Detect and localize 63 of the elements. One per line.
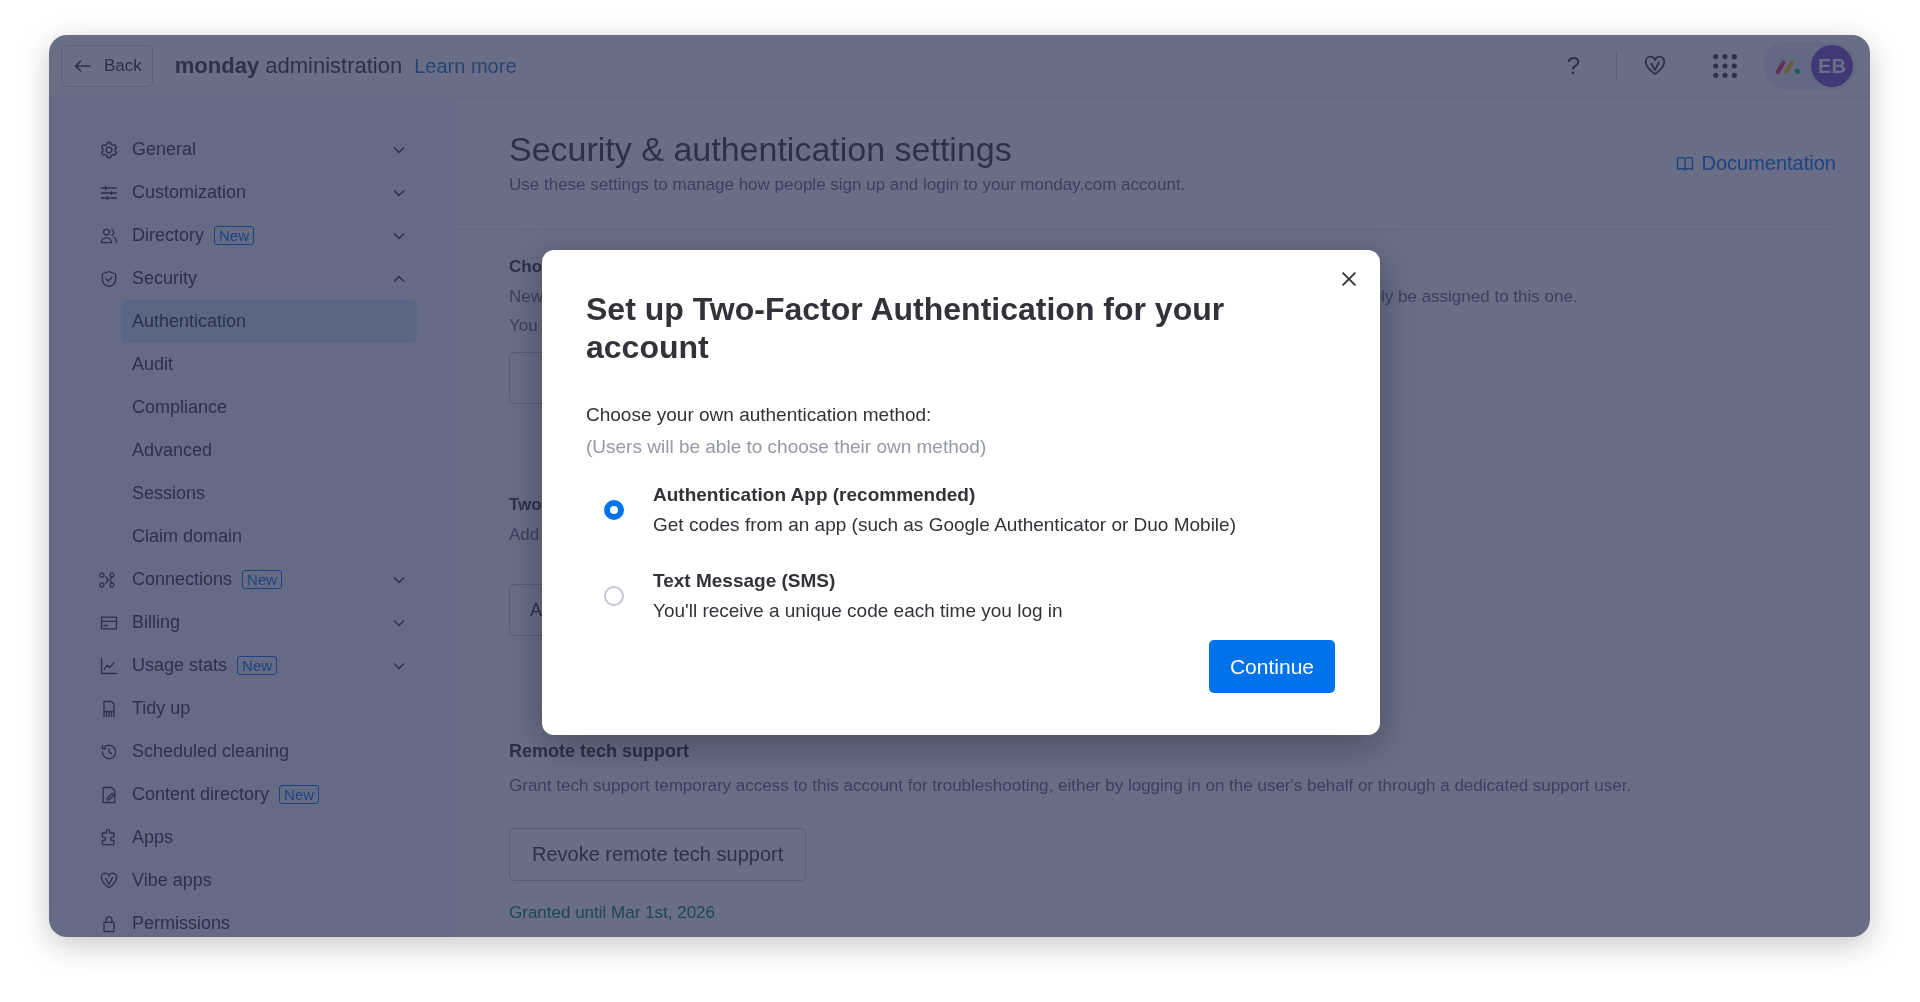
sidebar-subitem[interactable]: Advanced (121, 429, 417, 472)
heart-icon[interactable] (1643, 54, 1667, 78)
sidebar-item[interactable]: Content directory New (99, 773, 417, 816)
sidebar-item-label: Content directory (132, 784, 270, 805)
menu-item-icon (99, 268, 119, 289)
apps-grid-icon[interactable] (1711, 52, 1739, 80)
dialog-prompt: Choose your own authentication method: (586, 404, 933, 426)
sidebar-item-label: Security (132, 268, 198, 289)
menu-item-icon (99, 870, 119, 891)
section-title: Two (509, 494, 542, 516)
section-title: Cho (509, 256, 543, 278)
granted-until-text: Granted until Mar 1st, 2026 (509, 903, 716, 923)
page-title: Security & authentication settings (509, 130, 1013, 169)
sidebar-item[interactable]: General (99, 128, 417, 171)
menu-item-icon (99, 655, 119, 676)
sidebar-item[interactable]: Directory New (99, 214, 417, 257)
option-description: You'll receive a unique code each time you log in (653, 600, 1063, 622)
sidebar-subitem[interactable]: Claim domain (121, 515, 417, 558)
continue-button[interactable]: Continue (1208, 640, 1335, 693)
sidebar-item-label: Apps (132, 827, 174, 848)
sidebar-item-label: Vibe apps (132, 870, 212, 891)
sidebar-item-label: Permissions (132, 913, 231, 934)
menu-item-icon (99, 139, 119, 160)
sidebar-subitem[interactable]: Sessions (121, 472, 417, 515)
sidebar-subitem[interactable]: Audit (121, 343, 417, 386)
learn-more-link[interactable]: Learn more (414, 54, 517, 78)
sidebar-item[interactable]: Scheduled cleaning (99, 730, 417, 773)
sidebar-subitem[interactable]: Authentication (121, 300, 417, 343)
documentation-link[interactable]: Documentation (1675, 152, 1836, 175)
option-description: Get codes from an app (such as Google Authenticator or Duo Mobile) (653, 514, 1236, 536)
app-title: monday administration (174, 53, 403, 79)
sidebar-item-label: Connections (132, 569, 233, 590)
sidebar-item[interactable]: Vibe apps (99, 859, 417, 902)
sidebar-item-label: Scheduled cleaning (132, 741, 290, 762)
back-button[interactable]: Back (61, 45, 153, 87)
revoke-button[interactable]: Revoke remote tech support (509, 828, 807, 881)
sidebar-item[interactable]: Billing (99, 601, 417, 644)
sidebar-item[interactable]: Usage stats New (99, 644, 417, 687)
radio-button[interactable] (604, 500, 624, 520)
sidebar-item-label: Directory (132, 225, 204, 246)
help-button[interactable]: ? (1560, 52, 1586, 80)
dialog-hint: (Users will be able to choose their own method) (586, 436, 988, 458)
dialog-title: Set up Two-Factor Authentication for your account (586, 290, 1226, 366)
option-title: Authentication App (recommended) (653, 484, 977, 506)
sidebar-item[interactable]: Tidy up (99, 687, 417, 730)
new-badge: New (237, 656, 278, 675)
sidebar-item-label: Customization (132, 182, 247, 203)
section-title: Remote tech support (509, 740, 691, 763)
sidebar-item-label: Tidy up (132, 698, 191, 719)
sidebar-item[interactable]: Connections New (99, 558, 417, 601)
sidebar-item-label: Usage stats (132, 655, 228, 676)
radio-button[interactable] (604, 586, 624, 606)
option-title: Text Message (SMS) (653, 570, 837, 592)
sidebar-item-label: Billing (132, 612, 181, 633)
sidebar-item[interactable]: Apps (99, 816, 417, 859)
sidebar-item-label: General (132, 139, 197, 160)
sidebar-subitem[interactable]: Compliance (121, 386, 417, 429)
new-badge: New (242, 570, 283, 589)
new-badge: New (214, 226, 255, 245)
sidebar-item[interactable]: Customization (99, 171, 417, 214)
sidebar-item[interactable]: Permissions (99, 902, 417, 937)
new-badge: New (279, 785, 320, 804)
sidebar-item[interactable]: Security (99, 257, 417, 300)
